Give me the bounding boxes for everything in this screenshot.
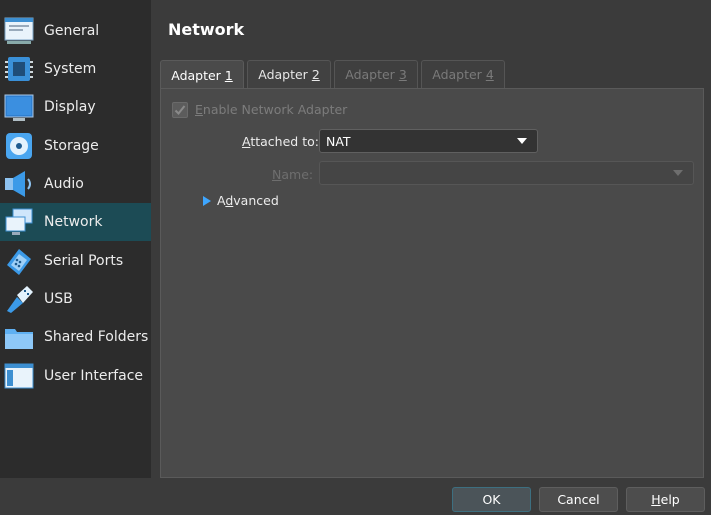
label-text: nable Network Adapter bbox=[202, 102, 348, 117]
user-interface-icon bbox=[4, 363, 34, 389]
usb-icon bbox=[7, 286, 33, 313]
tab-adapter-2[interactable]: Adapter 2 bbox=[247, 60, 331, 88]
sidebar-item-label: Shared Folders bbox=[44, 329, 149, 345]
name-label: Name: bbox=[272, 167, 313, 182]
tab-label-key: 2 bbox=[311, 67, 320, 82]
chevron-down-icon bbox=[673, 170, 683, 176]
mnemonic-key: H bbox=[651, 492, 661, 507]
serial-port-icon bbox=[7, 249, 31, 275]
sidebar-item-system[interactable]: System bbox=[0, 50, 151, 88]
sidebar-item-label: Network bbox=[44, 214, 103, 230]
expand-arrow-icon bbox=[203, 195, 211, 206]
tab-adapter-3[interactable]: Adapter 3 bbox=[334, 60, 418, 88]
advanced-label: Advanced bbox=[217, 193, 279, 208]
tab-label-key: 3 bbox=[398, 67, 407, 82]
attached-to-select[interactable]: NAT bbox=[319, 129, 538, 153]
sidebar-item-display[interactable]: Display bbox=[0, 88, 151, 126]
mnemonic-key: E bbox=[195, 102, 203, 117]
tab-label-prefix: Adapter bbox=[345, 67, 399, 82]
attached-to-label: Attached to: bbox=[242, 134, 319, 149]
sidebar-item-label: User Interface bbox=[44, 368, 144, 384]
sidebar-item-label: Serial Ports bbox=[44, 253, 124, 269]
sidebar-item-general[interactable]: General bbox=[0, 12, 151, 50]
page-title: Network bbox=[168, 20, 245, 39]
shared-folder-icon bbox=[5, 329, 33, 349]
general-icon bbox=[4, 17, 34, 44]
system-chip-icon bbox=[5, 57, 33, 81]
button-label: Cancel bbox=[557, 492, 600, 507]
network-icon bbox=[5, 208, 33, 235]
label-text: ttached to: bbox=[250, 134, 319, 149]
attached-to-value: NAT bbox=[326, 133, 351, 149]
sidebar-item-label: Storage bbox=[44, 138, 99, 154]
sidebar-item-label: Audio bbox=[44, 176, 84, 192]
display-monitor-icon bbox=[4, 94, 34, 121]
label-text: ame: bbox=[281, 167, 314, 182]
sidebar-item-label: System bbox=[44, 61, 97, 77]
chevron-down-icon bbox=[517, 138, 527, 144]
sidebar-item-label: Display bbox=[44, 99, 96, 115]
help-button[interactable]: Help bbox=[626, 487, 705, 512]
sidebar-item-label: General bbox=[44, 23, 100, 39]
checkmark-icon bbox=[174, 105, 186, 115]
button-label: elp bbox=[660, 492, 680, 507]
cancel-button[interactable]: Cancel bbox=[539, 487, 618, 512]
tab-label-key: 1 bbox=[224, 67, 233, 83]
sidebar-item-label: USB bbox=[44, 291, 73, 307]
enable-network-adapter-label: Enable Network Adapter bbox=[195, 102, 347, 117]
sidebar-item-storage[interactable]: Storage bbox=[0, 127, 151, 165]
tab-label-prefix: Adapter bbox=[171, 67, 225, 83]
name-select[interactable] bbox=[319, 161, 694, 185]
sidebar-item-usb[interactable]: USB bbox=[0, 280, 151, 318]
sidebar-item-network[interactable]: Network bbox=[0, 203, 151, 241]
tab-label-key: 4 bbox=[485, 67, 494, 82]
tab-adapter-1[interactable]: Adapter 1 bbox=[160, 60, 244, 89]
advanced-toggle[interactable]: Advanced bbox=[203, 193, 279, 208]
sidebar-item-shared-folders[interactable]: Shared Folders bbox=[0, 318, 151, 356]
mnemonic-key: N bbox=[272, 167, 282, 182]
tab-adapter-4[interactable]: Adapter 4 bbox=[421, 60, 505, 88]
sidebar-item-user-interface[interactable]: User Interface bbox=[0, 357, 151, 395]
settings-sidebar: General System Display Storage Audio Net… bbox=[0, 0, 151, 478]
ok-button[interactable]: OK bbox=[452, 487, 531, 512]
label-text: vanced bbox=[233, 193, 279, 208]
enable-network-adapter-checkbox[interactable] bbox=[172, 102, 188, 118]
storage-disc-icon bbox=[6, 133, 32, 159]
audio-speaker-icon bbox=[5, 171, 31, 197]
tab-label-prefix: Adapter bbox=[258, 67, 312, 82]
sidebar-item-audio[interactable]: Audio bbox=[0, 165, 151, 203]
button-label: OK bbox=[482, 492, 501, 507]
tab-label-prefix: Adapter bbox=[432, 67, 486, 82]
sidebar-item-serial-ports[interactable]: Serial Ports bbox=[0, 242, 151, 280]
